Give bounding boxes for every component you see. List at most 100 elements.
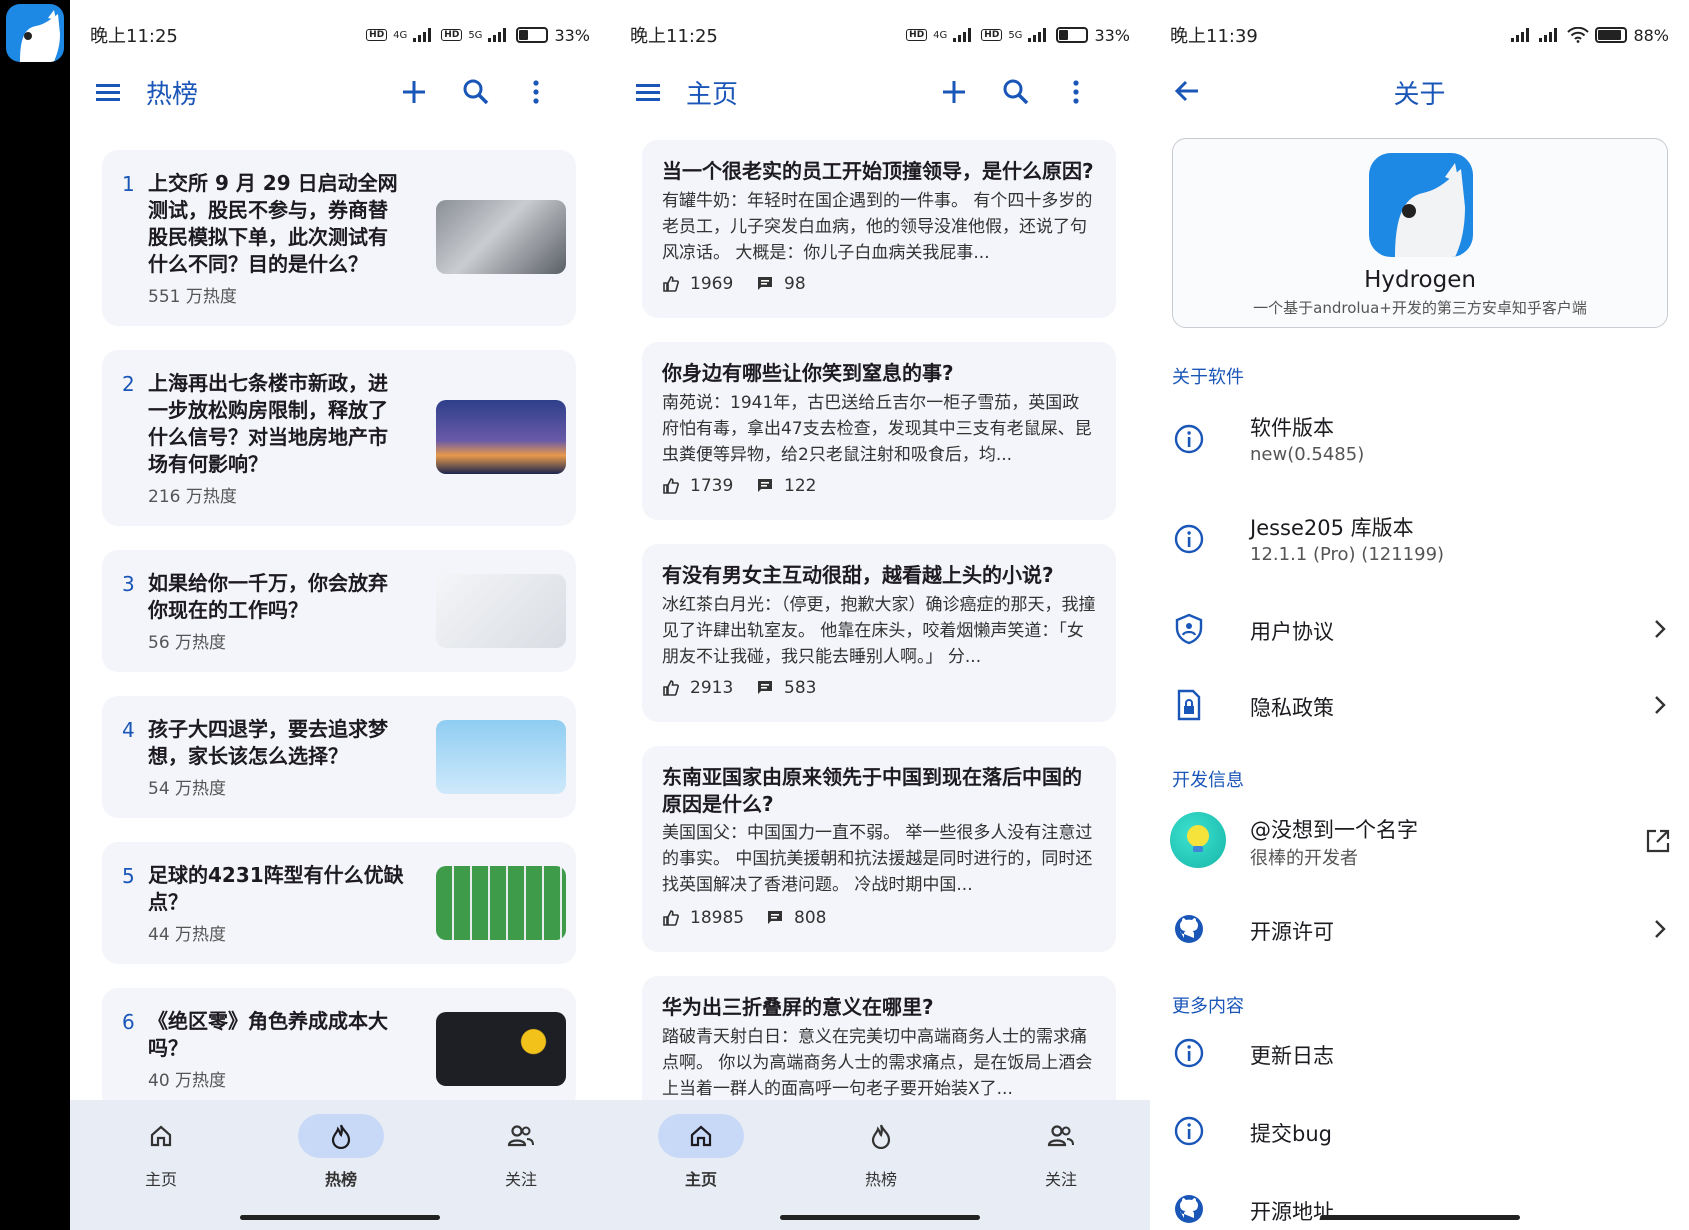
version-label: 软件版本: [1250, 416, 1334, 440]
hd-icon: HD: [981, 29, 1003, 41]
hydrogen-app-icon[interactable]: [6, 4, 64, 62]
feed-item[interactable]: 东南亚国家由原来领先于中国到现在落后中国的原因是什么? 美国国父：中国国力一直不…: [642, 746, 1116, 952]
battery-icon: [1056, 27, 1089, 43]
network-label: 4G: [393, 29, 408, 41]
signal-icon: [1028, 28, 1050, 42]
developer-avatar: [1170, 812, 1226, 868]
library-label: Jesse205 库版本: [1250, 516, 1414, 540]
answer-excerpt: 冰红茶白月光：（停更，抱歉大家）确诊癌症的那天，我撞见了许肆出轨室友。 他靠在床…: [662, 595, 1096, 667]
signal-icon: [1539, 28, 1561, 42]
home-icon: [690, 1125, 712, 1147]
app-name: Hydrogen: [1364, 267, 1476, 293]
nav-follow[interactable]: 关注: [1016, 1114, 1106, 1190]
more-vert-icon[interactable]: [1060, 76, 1092, 108]
source-label: 开源地址: [1250, 1200, 1334, 1224]
thumb-up-icon: [663, 910, 679, 926]
version-value: new(0.5485): [1250, 444, 1365, 465]
nav-home[interactable]: 主页: [116, 1114, 206, 1190]
hot-rank: 3: [122, 572, 135, 596]
source-row[interactable]: 开源地址: [1150, 1174, 1689, 1230]
comment-icon: [758, 479, 772, 492]
info-icon: [1174, 524, 1204, 554]
privacy-row[interactable]: 隐私政策: [1150, 670, 1689, 740]
chevron-right-icon: [1655, 920, 1666, 938]
chevron-right-icon: [1655, 696, 1666, 714]
changelog-row[interactable]: 更新日志: [1150, 1018, 1689, 1088]
hot-item[interactable]: 3 如果给你一千万，你会放弃你现在的工作吗？ 56 万热度: [102, 550, 576, 672]
chevron-right-icon: [1655, 620, 1666, 638]
section-header: 更多内容: [1172, 996, 1244, 1017]
top-app-bar: 关于: [1150, 64, 1689, 120]
nav-hot[interactable]: 热榜: [296, 1114, 386, 1190]
developer-row[interactable]: @没想到一个名字 很棒的开发者: [1150, 804, 1689, 874]
more-vert-icon[interactable]: [520, 76, 552, 108]
network-label: 4G: [933, 29, 948, 41]
info-icon: [1174, 424, 1204, 454]
comment-count: 122: [784, 476, 817, 496]
signal-icon: [488, 28, 510, 42]
battery-level: [519, 30, 529, 40]
github-icon: [1175, 915, 1203, 943]
nav-label-hot: 热榜: [324, 1170, 357, 1189]
search-icon[interactable]: [460, 76, 492, 108]
hd-icon: HD: [441, 29, 463, 41]
nav-home[interactable]: 主页: [656, 1114, 746, 1190]
thumbnail-image: [436, 720, 566, 794]
page-title: 关于: [1393, 80, 1446, 110]
question-title: 东南亚国家由原来领先于中国到现在落后中国的原因是什么?: [662, 765, 1082, 816]
hot-title: 孩子大四退学，要去追求梦想，家长该怎么选择？: [148, 717, 388, 768]
hot-item[interactable]: 5 足球的4231阵型有什么优缺点？ 44 万热度: [102, 842, 576, 964]
question-title: 当一个很老实的员工开始顶撞领导，是什么原因?: [662, 159, 1094, 183]
thumbnail-image: [436, 200, 566, 274]
signal-icon: [953, 28, 975, 42]
menu-icon[interactable]: [94, 78, 122, 106]
add-icon[interactable]: [938, 76, 970, 108]
top-app-bar: 热榜: [70, 64, 610, 120]
hot-rank: 6: [122, 1010, 135, 1034]
nav-hot[interactable]: 热榜: [836, 1114, 926, 1190]
like-count: 1739: [690, 476, 734, 496]
bottom-navigation: 主页 热榜 关注: [610, 1100, 1150, 1230]
privacy-doc-icon: [1177, 689, 1201, 721]
hot-item[interactable]: 1 上交所 9 月 29 日启动全网测试，股民不参与，券商替股民模拟下单，此次测…: [102, 150, 576, 326]
add-icon[interactable]: [398, 76, 430, 108]
app-logo: [1369, 153, 1473, 257]
nav-label-hot: 热榜: [864, 1170, 897, 1189]
answer-excerpt: 南苑说：1941年，古巴送给丘吉尔一柜子雪茄，英国政府怕有毒，拿出47支去检查，…: [662, 393, 1092, 465]
feed-item[interactable]: 你身边有哪些让你笑到窒息的事? 南苑说：1941年，古巴送给丘吉尔一柜子雪茄，英…: [642, 342, 1116, 520]
status-bar: 晚上11:25 HD 4G HD 5G 33%: [630, 18, 1130, 52]
section-header: 关于软件: [1172, 367, 1244, 388]
menu-icon[interactable]: [634, 78, 662, 106]
thumb-up-icon: [663, 680, 679, 696]
left-launcher-strip: [0, 0, 70, 1230]
nav-label-home: 主页: [684, 1170, 717, 1189]
feed-item[interactable]: 当一个很老实的员工开始顶撞领导，是什么原因? 有罐牛奶：年轻时在国企遇到的一件事…: [642, 140, 1116, 318]
network-label: 5G: [468, 29, 483, 41]
library-value: 12.1.1 (Pro) (121199): [1250, 544, 1445, 565]
comment-icon: [758, 681, 772, 694]
answer-excerpt: 踏破青天射白日：意义在完美切中高端商务人士的需求痛点啊。 你以为高端商务人士的需…: [662, 1027, 1093, 1099]
comment-count: 808: [794, 908, 827, 928]
hot-title: 上海再出七条楼市新政，进一步放松购房限制，释放了什么信号？对当地房地产市场有何影…: [148, 371, 388, 476]
hot-rank: 1: [122, 172, 135, 196]
thumb-up-icon: [663, 478, 679, 494]
nav-follow[interactable]: 关注: [476, 1114, 566, 1190]
answer-excerpt: 美国国父：中国国力一直不弱。 举一些很多人没有注意过的事实。 中国抗美援朝和抗法…: [662, 823, 1093, 895]
about-screen: 晚上11:39 88% 关于 Hydrogen 一个基于androlua+开发的…: [1150, 0, 1689, 1230]
hot-item[interactable]: 2 上海再出七条楼市新政，进一步放松购房限制，释放了什么信号？对当地房地产市场有…: [102, 350, 576, 526]
section-header: 开发信息: [1172, 770, 1244, 791]
people-icon: [1047, 1125, 1074, 1147]
feed-item[interactable]: 有没有男女主互动很甜，越看越上头的小说? 冰红茶白月光：（停更，抱歉大家）确诊癌…: [642, 544, 1116, 722]
like-count: 18985: [690, 908, 745, 928]
hot-item[interactable]: 4 孩子大四退学，要去追求梦想，家长该怎么选择？ 54 万热度: [102, 696, 576, 818]
version-row[interactable]: 软件版本 new(0.5485): [1150, 404, 1689, 474]
library-version-row[interactable]: Jesse205 库版本 12.1.1 (Pro) (121199): [1150, 504, 1689, 574]
fire-icon: [871, 1124, 891, 1149]
search-icon[interactable]: [1000, 76, 1032, 108]
bug-report-row[interactable]: 提交bug: [1150, 1096, 1689, 1166]
license-row[interactable]: 开源许可: [1150, 894, 1689, 964]
thumb-up-icon: [663, 276, 679, 292]
agreement-row[interactable]: 用户协议: [1150, 594, 1689, 664]
bug-label: 提交bug: [1250, 1122, 1332, 1146]
hot-item[interactable]: 6 《绝区零》角色养成成本大吗？ 40 万热度: [102, 988, 576, 1110]
